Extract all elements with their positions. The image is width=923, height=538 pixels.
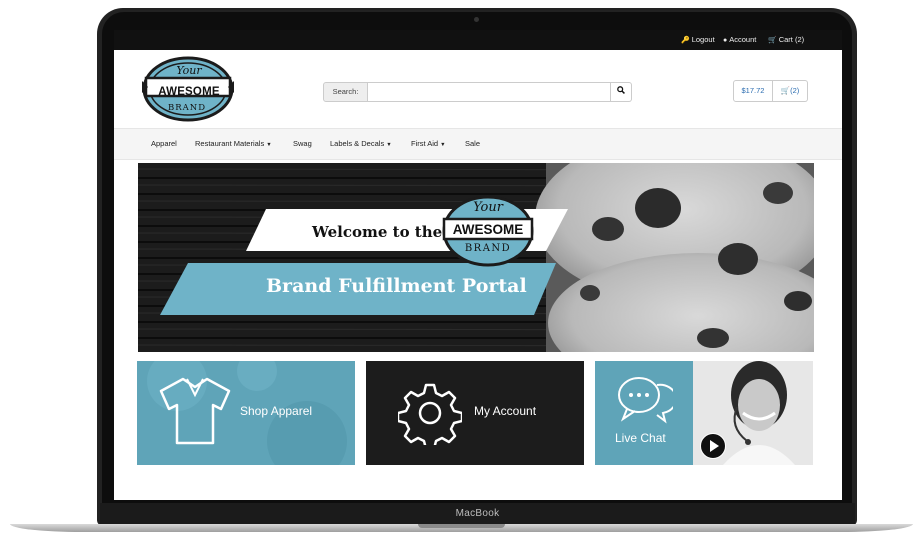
hero-logo-brand: BRAND: [464, 243, 512, 254]
nav-item-apparel[interactable]: Apparel: [151, 139, 177, 148]
caret-down-icon: ▼: [440, 142, 446, 148]
cart-total-button[interactable]: $17.72: [733, 80, 773, 102]
search-icon: [617, 86, 625, 94]
camera-dot: [474, 17, 479, 22]
caret-down-icon: ▼: [266, 142, 272, 148]
logo-text-awesome: AWESOME: [158, 86, 220, 98]
search-button[interactable]: [611, 82, 632, 102]
nav-item-label: First Aid: [411, 139, 439, 148]
gear-icon: [398, 383, 462, 445]
key-icon: 🔑: [681, 37, 690, 44]
cart-link[interactable]: 🛒 Cart (2): [768, 35, 804, 44]
cart-count-button[interactable]: 🛒(2): [773, 80, 808, 102]
tile-my-account[interactable]: My Account: [366, 361, 584, 465]
nav-item-label: Sale: [465, 139, 481, 148]
tile-label: Live Chat: [615, 431, 666, 445]
browser-screen: 🔑 Logout ● Account 🛒 Cart (2) Your AWESOME …: [114, 30, 842, 500]
search-input[interactable]: [368, 82, 611, 102]
device-label: MacBook: [455, 508, 500, 519]
hero-banner[interactable]: Your AWESOME BRAND Welcome to the Brand …: [138, 163, 814, 352]
logo-text-your: Your: [176, 64, 202, 77]
hero-logo-your: Your: [473, 200, 503, 215]
shirt-icon: [159, 377, 231, 445]
nav-item-label: Swag: [293, 139, 312, 148]
play-button[interactable]: [700, 433, 726, 459]
nav-item-labels-decals[interactable]: Labels & Decals ▼: [330, 139, 392, 148]
chat-bubbles-icon: [618, 377, 673, 424]
cart-label: Cart (2): [778, 35, 805, 44]
search-label: Search:: [323, 82, 368, 102]
nav-item-restaurant-materials[interactable]: Restaurant Materials ▼: [195, 139, 272, 148]
logout-label: Logout: [691, 35, 715, 44]
nav-item-first-aid[interactable]: First Aid ▼: [411, 139, 446, 148]
nav-item-label: Apparel: [151, 139, 177, 148]
nav-item-label: Labels & Decals: [330, 139, 385, 148]
cart-icon: 🛒: [780, 86, 791, 95]
nav-item-label: Restaurant Materials: [195, 139, 265, 148]
hero-background: [138, 163, 814, 352]
user-icon: ●: [723, 37, 728, 44]
main-nav: Apparel Restaurant Materials ▼ Swag Label…: [114, 128, 842, 160]
account-link[interactable]: ● Account: [723, 35, 756, 44]
cart-count-label: (2): [790, 86, 800, 95]
laptop-notch: [418, 524, 505, 528]
top-bar: 🔑 Logout ● Account 🛒 Cart (2): [114, 30, 842, 50]
logo-text-brand: BRAND: [167, 103, 207, 113]
account-label: Account: [729, 35, 757, 44]
tile-live-chat[interactable]: Live Chat: [595, 361, 813, 465]
hero-welcome-text: Welcome to the: [312, 223, 443, 241]
nav-item-swag[interactable]: Swag: [293, 139, 312, 148]
tile-label: Shop Apparel: [240, 404, 313, 418]
tile-label: My Account: [474, 404, 537, 418]
hero-title: Brand Fulfillment Portal: [266, 275, 527, 297]
nav-item-sale[interactable]: Sale: [465, 139, 480, 148]
search-group: Search:: [323, 82, 632, 102]
cart-icon: 🛒: [768, 37, 777, 44]
logout-link[interactable]: 🔑 Logout: [681, 35, 715, 44]
hero-logo-awesome: AWESOME: [452, 222, 524, 237]
caret-down-icon: ▼: [386, 142, 392, 148]
play-icon: [710, 440, 719, 452]
laptop-chin: MacBook: [100, 503, 855, 525]
tile-shop-apparel[interactable]: Shop Apparel: [137, 361, 355, 465]
cart-summary: $17.72 🛒(2): [733, 80, 808, 102]
